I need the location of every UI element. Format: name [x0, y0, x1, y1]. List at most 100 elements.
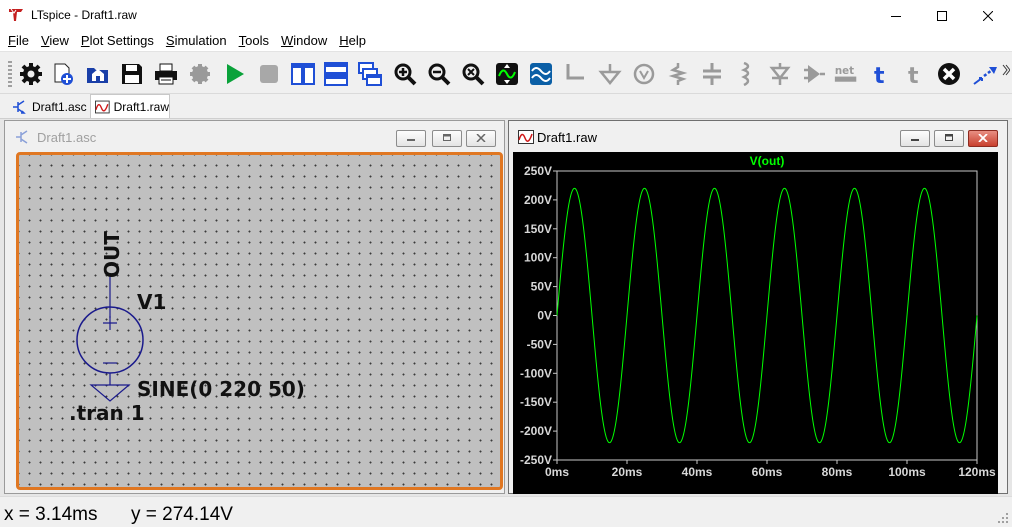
- schematic-canvas[interactable]: OUT V1 SINE(0 220 50) .tran 1: [16, 152, 503, 490]
- menu-file[interactable]: File: [8, 31, 29, 51]
- plus-sign: [103, 316, 117, 330]
- x-tick-label: 20ms: [612, 465, 643, 479]
- schematic-minimize-button[interactable]: [396, 130, 426, 147]
- menu-plot-settings[interactable]: Plot Settings: [81, 31, 154, 51]
- maximize-button[interactable]: [919, 0, 965, 31]
- y-tick-label: -200V: [520, 424, 552, 438]
- minimize-icon: [407, 139, 415, 141]
- add-trace-button[interactable]: [529, 62, 553, 86]
- zoom-in-button[interactable]: [393, 62, 417, 86]
- delete-icon: [938, 63, 960, 85]
- voltage-source-button[interactable]: [632, 62, 656, 86]
- menu-simulation[interactable]: Simulation: [166, 31, 227, 51]
- waveform-maximize-button[interactable]: [934, 130, 964, 147]
- toolbar-overflow[interactable]: [1002, 64, 1011, 79]
- spice-directive-button[interactable]: t: [903, 62, 927, 86]
- close-icon: [978, 134, 988, 142]
- component-button[interactable]: [802, 62, 826, 86]
- title-bar: LTspice - Draft1.raw: [0, 0, 1012, 31]
- maximize-icon: [443, 134, 451, 141]
- x-tick-label: 100ms: [888, 465, 926, 479]
- tab-label: Draft1.raw: [113, 99, 169, 114]
- schematic-window-titlebar[interactable]: Draft1.asc: [5, 121, 504, 151]
- menu-help[interactable]: Help: [339, 31, 366, 51]
- schematic-maximize-button[interactable]: [432, 130, 462, 147]
- new-schematic-button[interactable]: [52, 62, 76, 86]
- svg-text:t: t: [908, 64, 919, 86]
- waveform-window-titlebar[interactable]: Draft1.raw: [509, 121, 1007, 151]
- settings-button[interactable]: [19, 62, 43, 86]
- svg-text:net: net: [835, 65, 854, 77]
- menu-view[interactable]: View: [41, 31, 69, 51]
- component-value[interactable]: SINE(0 220 50): [137, 377, 305, 401]
- tile-horizontal-button[interactable]: [324, 62, 348, 86]
- delete-button[interactable]: [937, 62, 961, 86]
- waveform-window-title: Draft1.raw: [537, 130, 597, 145]
- zoom-fit-button[interactable]: [461, 62, 485, 86]
- inductor-button[interactable]: [734, 62, 758, 86]
- cascade-button[interactable]: [358, 62, 382, 86]
- component-name[interactable]: V1: [137, 290, 166, 314]
- move-button[interactable]: [972, 64, 1000, 86]
- schematic-icon: [13, 100, 26, 114]
- text-button[interactable]: t: [869, 62, 893, 86]
- save-button[interactable]: [120, 62, 144, 86]
- stop-button[interactable]: [257, 62, 281, 86]
- tab-label: Draft1.asc: [32, 100, 87, 114]
- x-tick-label: 120ms: [958, 465, 996, 479]
- minimize-button[interactable]: [873, 0, 919, 31]
- window-title: LTspice - Draft1.raw: [31, 8, 137, 22]
- close-button[interactable]: [965, 0, 1011, 31]
- plot-pane[interactable]: V(out) 250V 200V 150V 100V 50V 0V -50V -100V -150…: [513, 152, 998, 494]
- zoom-out-icon: [428, 63, 451, 86]
- spice-directive[interactable]: .tran 1: [69, 401, 145, 425]
- y-tick-label: 0V: [537, 309, 552, 323]
- waveform-minimize-button[interactable]: [900, 130, 930, 147]
- stop-icon: [260, 65, 278, 83]
- text-icon: t: [874, 64, 885, 86]
- halt-button[interactable]: [188, 62, 212, 86]
- status-bar: x = 3.14ms y = 274.14V: [0, 496, 1012, 527]
- print-button[interactable]: [154, 62, 178, 86]
- resistor-button[interactable]: [666, 62, 690, 86]
- x-tick-label: 60ms: [752, 465, 783, 479]
- tab-draft1-raw[interactable]: Draft1.raw: [90, 94, 170, 118]
- cascade-icon: [358, 62, 382, 86]
- toolbar-grip[interactable]: [8, 61, 12, 87]
- new-schematic-icon: [54, 63, 73, 85]
- tab-draft1-asc[interactable]: Draft1.asc: [8, 96, 88, 118]
- netlabel-icon: net: [834, 65, 857, 82]
- run-button[interactable]: [223, 62, 247, 86]
- waveform-window: Draft1.raw V(out) 250V 200V 150V 100V 50V 0V -5…: [508, 120, 1008, 494]
- save-icon: [122, 64, 142, 84]
- net-label-out[interactable]: OUT: [100, 231, 124, 278]
- ground-symbol[interactable]: [89, 384, 131, 402]
- svg-text:t: t: [874, 64, 885, 86]
- menu-tools[interactable]: Tools: [239, 31, 269, 51]
- y-tick-label: 50V: [531, 280, 552, 294]
- waveform-close-button[interactable]: [968, 130, 998, 147]
- wire-button[interactable]: [564, 62, 588, 86]
- resize-grip-icon[interactable]: [996, 511, 1010, 525]
- maximize-icon: [937, 10, 947, 21]
- print-icon: [155, 63, 177, 85]
- netlabel-button[interactable]: net: [834, 62, 862, 86]
- open-button[interactable]: [86, 62, 110, 86]
- diode-button[interactable]: [768, 62, 792, 86]
- chevron-right-icon: [1002, 64, 1011, 76]
- menu-window[interactable]: Window: [281, 31, 327, 51]
- tile-vertical-button[interactable]: [291, 62, 315, 86]
- capacitor-button[interactable]: [700, 62, 724, 86]
- ground-button[interactable]: [598, 62, 622, 86]
- y-tick-label: 150V: [524, 222, 552, 236]
- y-tick-label: 100V: [524, 251, 552, 265]
- close-icon: [476, 134, 486, 142]
- x-tick-label: 80ms: [822, 465, 853, 479]
- zoom-out-button[interactable]: [427, 62, 451, 86]
- mdi-workspace: Draft1.asc OUT V1 SINE(0 220 50) .tran 1…: [0, 118, 1012, 496]
- y-tick-label: -50V: [527, 337, 552, 351]
- minimize-icon: [911, 139, 919, 141]
- autoscale-button[interactable]: [495, 62, 519, 86]
- waveform-plot: V(out) 250V 200V 150V 100V 50V 0V -50V -100V -150…: [520, 154, 996, 479]
- schematic-close-button[interactable]: [466, 130, 496, 147]
